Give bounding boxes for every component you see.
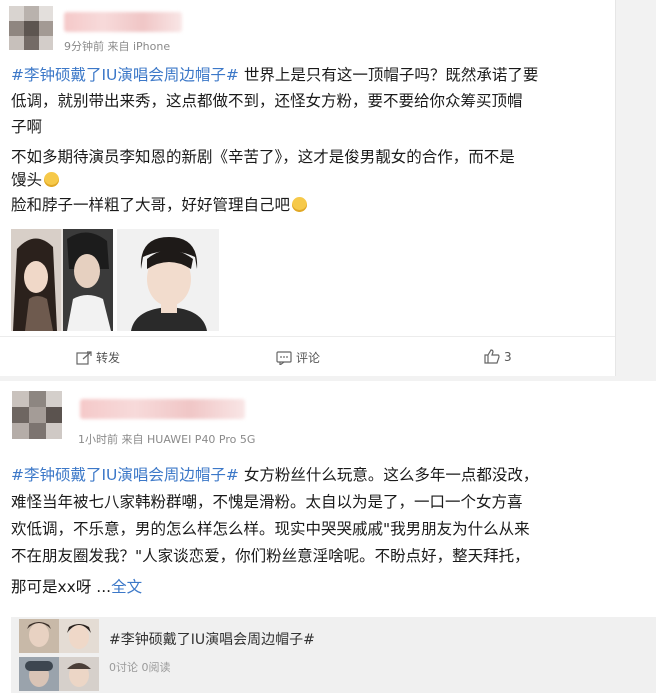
- post-photo-couple[interactable]: [11, 229, 113, 331]
- quoted-topic-stats: 0讨论 0阅读: [109, 661, 171, 674]
- post-text-line: 欢低调，不乐意，男的怎么样怎么样。现实中哭哭戚戚"我男朋友为什么从来: [11, 520, 530, 538]
- post-photo-portrait[interactable]: [117, 229, 219, 331]
- username-blurred[interactable]: [80, 399, 245, 419]
- username-blurred[interactable]: [64, 12, 182, 32]
- hashtag-link[interactable]: #李钟硕戴了IU演唱会周边帽子#: [11, 66, 239, 84]
- post-meta: 9分钟前 来自 iPhone: [64, 40, 171, 53]
- post-text-line: 那可是xx呀 ...全文: [11, 578, 143, 596]
- post-text-line: 不在朋友圈发我？"人家谈恋爱，你们粉丝意淫啥呢。不盼点好，整天拜托，: [11, 547, 530, 565]
- post-text-line: 难怪当年被七八家韩粉群嘲，不愧是滑粉。太自以为是了，一口一个女方喜: [11, 493, 523, 511]
- comment-button[interactable]: 评论: [276, 349, 320, 366]
- comment-label: 评论: [296, 351, 321, 365]
- quoted-topic-card[interactable]: #李钟硕戴了IU演唱会周边帽子# 0讨论 0阅读: [11, 617, 656, 693]
- topic-thumbnail: [59, 619, 99, 653]
- like-count: 3: [504, 349, 512, 364]
- repost-icon: [76, 350, 92, 365]
- repost-label: 转发: [96, 351, 121, 365]
- post-text-line: 不如多期待演员李知恩的新剧《辛苦了》，这才是俊男靓女的合作，而不是: [11, 148, 515, 166]
- weibo-post-2: 1小时前 来自 HUAWEI P40 Pro 5G #李钟硕戴了IU演唱会周边帽…: [0, 381, 656, 693]
- expand-full-text-link[interactable]: 全文: [111, 578, 142, 596]
- like-button[interactable]: 3: [484, 349, 512, 364]
- user-avatar-pixelated[interactable]: [12, 391, 62, 439]
- smile-emoji-icon: [44, 172, 60, 187]
- post-text-line: 低调，就别带出来秀，这点都做不到，还怪女方粉，要不要给你众筹买顶帽: [11, 92, 523, 110]
- post-text-line: 脸和脖子一样粗了大哥，好好管理自己吧: [11, 193, 308, 218]
- hashtag-link[interactable]: #李钟硕戴了IU演唱会周边帽子#: [11, 466, 239, 484]
- weibo-post-1: 9分钟前 来自 iPhone #李钟硕戴了IU演唱会周边帽子# 世界上是只有这一…: [0, 0, 616, 376]
- post-meta: 1小时前 来自 HUAWEI P40 Pro 5G: [78, 433, 256, 446]
- topic-thumbnail: [19, 657, 59, 691]
- post-text-line: 子啊: [11, 118, 43, 136]
- post-text-line: #李钟硕戴了IU演唱会周边帽子# 世界上是只有这一顶帽子吗？既然承诺了要: [11, 66, 539, 84]
- post-text-line: 馒头: [11, 168, 60, 193]
- thumbs-up-icon: [484, 349, 500, 364]
- post-text-line: #李钟硕戴了IU演唱会周边帽子# 女方粉丝什么玩意。这么多年一点都没改，: [11, 466, 539, 484]
- repost-button[interactable]: 转发: [76, 349, 120, 366]
- user-avatar-pixelated[interactable]: [9, 6, 53, 50]
- sweat-emoji-icon: [292, 197, 308, 212]
- quoted-topic-title: #李钟硕戴了IU演唱会周边帽子#: [109, 632, 315, 648]
- post-action-bar: 转发 评论 3: [0, 336, 615, 377]
- topic-thumbnail: [19, 619, 59, 653]
- topic-thumbnail: [59, 657, 99, 691]
- comment-icon: [276, 350, 292, 365]
